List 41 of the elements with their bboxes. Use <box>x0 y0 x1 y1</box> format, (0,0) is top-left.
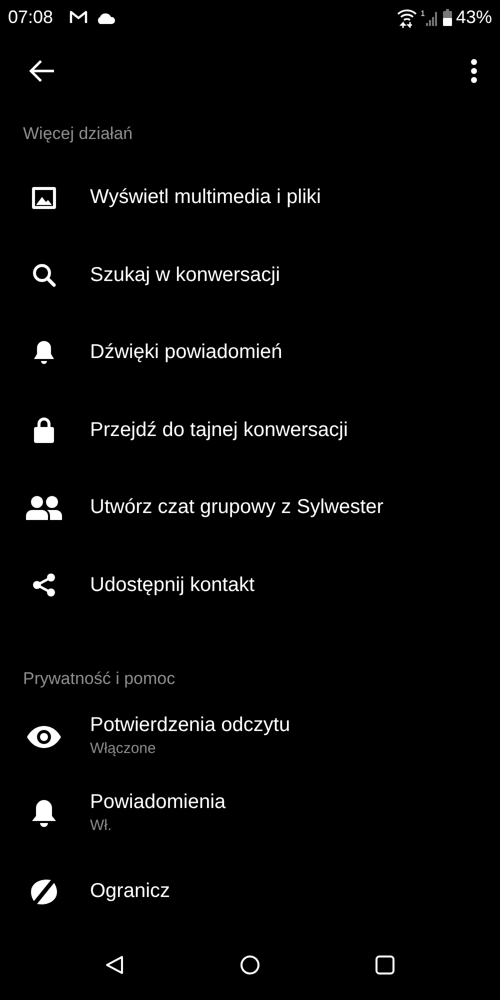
menu-item[interactable]: Potwierdzenia odczytu Włączone <box>0 698 500 776</box>
signal-icon <box>424 10 439 26</box>
menu-item[interactable]: Ogranicz <box>0 852 500 930</box>
item-status: Włączone <box>90 738 157 759</box>
eye-icon <box>27 726 61 748</box>
menu-item[interactable]: Powiadomienia Wł. <box>0 775 500 853</box>
menu-item[interactable]: Wyświetl multimedia i pliki <box>0 159 500 237</box>
item-label: Dźwięki powiadomień <box>90 340 282 366</box>
bell-icon <box>33 340 55 366</box>
clock-time: 07:08 <box>8 6 54 30</box>
menu-item[interactable]: Udostępnij kontakt <box>0 546 500 624</box>
battery-percent: 43% <box>456 6 492 30</box>
wifi-icon <box>396 8 417 28</box>
bell-icon <box>31 799 57 830</box>
menu-item[interactable]: Utwórz czat grupowy z Sylwester <box>0 469 500 547</box>
menu-item[interactable]: Szukaj w konwersacji <box>0 236 500 314</box>
image-icon <box>32 186 56 209</box>
item-label: Szukaj w konwersacji <box>90 262 280 288</box>
menu-item[interactable]: Przejdź do tajnej konwersacji <box>0 392 500 470</box>
item-label: Powiadomienia <box>90 790 226 816</box>
restrict-icon <box>29 878 59 906</box>
item-label: Utwórz czat grupowy z Sylwester <box>90 495 384 520</box>
item-label: Udostępnij kontakt <box>90 572 255 598</box>
item-label: Ogranicz <box>90 879 170 904</box>
item-label: Potwierdzenia odczytu <box>90 712 290 738</box>
item-label: Wyświetl multimedia i pliki <box>90 185 321 210</box>
menu-item[interactable]: Dźwięki powiadomień <box>0 314 500 392</box>
section-header: Więcej działań <box>22 123 134 146</box>
section-header: Prywatność i pomoc <box>22 668 176 690</box>
item-status: Wł. <box>90 816 113 836</box>
share-icon <box>32 573 56 598</box>
search-icon <box>32 263 56 288</box>
item-label: Przejdź do tajnej konwersacji <box>90 418 348 443</box>
mail-icon <box>69 10 88 26</box>
battery-icon <box>442 9 452 26</box>
lock-icon <box>34 417 54 444</box>
cloud-icon <box>96 12 116 24</box>
more-options-icon <box>470 58 478 84</box>
sim-number: 1 <box>420 10 425 18</box>
people-icon <box>26 496 62 520</box>
back-arrow-icon <box>28 58 56 83</box>
